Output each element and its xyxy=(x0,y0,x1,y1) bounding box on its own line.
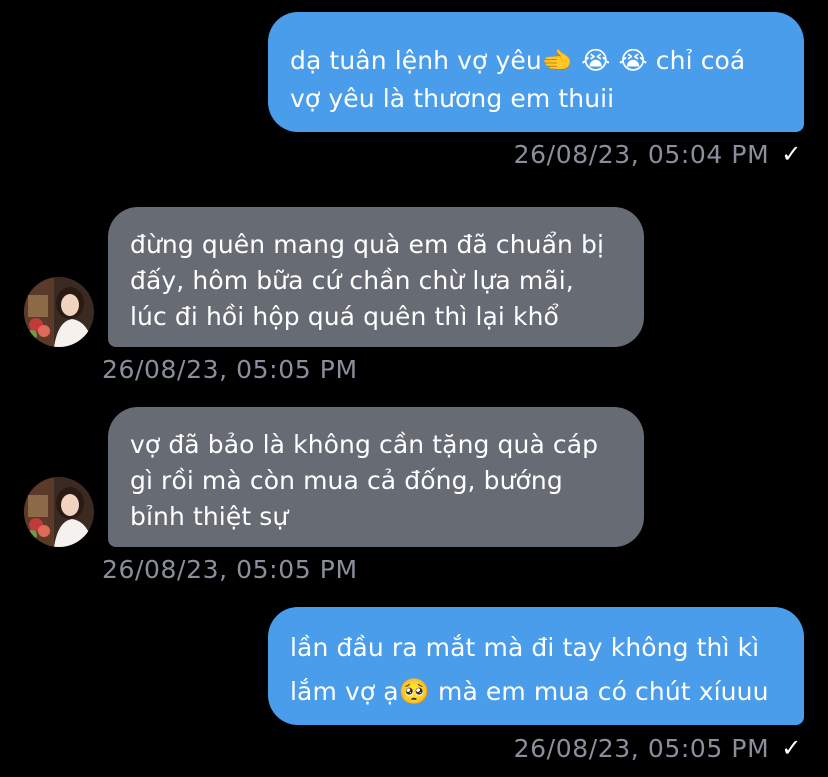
message-timestamp: 26/08/23, 05:05 PM ✓ xyxy=(514,734,802,763)
message-timestamp: 26/08/23, 05:04 PM ✓ xyxy=(514,140,802,169)
message-timestamp: 26/08/23, 05:05 PM xyxy=(102,355,358,384)
avatar[interactable] xyxy=(24,277,94,347)
message-bubble-incoming[interactable]: đừng quên mang quà em đã chuẩn bị đấy, h… xyxy=(108,207,644,347)
message-timestamp: 26/08/23, 05:05 PM xyxy=(102,555,358,584)
checkmark-icon: ✓ xyxy=(781,140,802,168)
checkmark-icon: ✓ xyxy=(781,734,802,762)
timestamp-text: 26/08/23, 05:04 PM xyxy=(513,140,770,169)
message-bubble-outgoing[interactable]: lần đầu ra mắt mà đi tay không thì kì lắ… xyxy=(268,607,804,725)
timestamp-text: 26/08/23, 05:05 PM xyxy=(513,734,770,763)
message-bubble-outgoing[interactable]: dạ tuân lệnh vợ yêu🫲 😭 😭 chỉ coá vợ yêu … xyxy=(268,12,804,132)
avatar[interactable] xyxy=(24,477,94,547)
message-bubble-incoming[interactable]: vợ đã bảo là không cần tặng quà cáp gì r… xyxy=(108,407,644,547)
